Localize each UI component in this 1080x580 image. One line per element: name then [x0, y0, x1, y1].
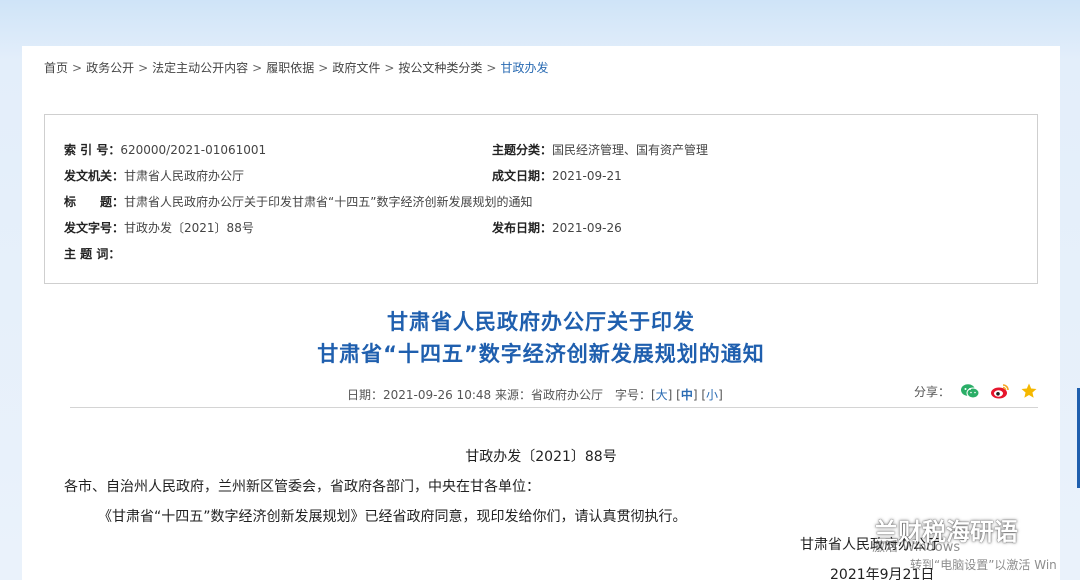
breadcrumb-current[interactable]: 甘政办发	[500, 61, 548, 75]
meta-docno-value: 甘政办发〔2021〕88号	[124, 221, 254, 235]
meta-keywords-label: 主 题 词：	[64, 247, 121, 261]
meta-index-value: 620000/2021-01061001	[120, 143, 267, 157]
meta-topic: 主题分类：国民经济管理、国有资产管理	[492, 141, 708, 158]
meta-topic-value: 国民经济管理、国有资产管理	[552, 143, 709, 157]
windows-activation-notice: 激活 Windows	[872, 540, 961, 555]
document-metadata-box: 索 引 号：620000/2021-01061001 主题分类：国民经济管理、国…	[44, 114, 1038, 284]
meta-published-value: 2021-09-26	[552, 221, 622, 235]
breadcrumb: 首页 > 政务公开 > 法定主动公开内容 > 履职依据 > 政府文件 > 按公文种类分类 > 甘政办发	[44, 59, 548, 76]
favorite-star-icon[interactable]	[1020, 382, 1038, 400]
meta-index: 索 引 号：620000/2021-01061001	[64, 141, 266, 158]
wechat-share-icon[interactable]	[960, 383, 980, 399]
breadcrumb-separator: >	[318, 61, 329, 75]
body-doc-number: 甘政办发〔2021〕88号	[465, 449, 617, 465]
meta-issuer: 发文机关：甘肃省人民政府办公厅	[64, 167, 244, 184]
breadcrumb-gov-docs[interactable]: 政府文件	[332, 61, 380, 75]
meta-doc-number: 发文字号：甘政办发〔2021〕88号	[64, 219, 254, 236]
publish-info: 日期：2021-09-26 10:48 来源：省政府办公厅 字号：[大] [中]…	[347, 388, 723, 402]
wechat-logo-icon	[836, 515, 866, 545]
breadcrumb-separator: >	[138, 61, 149, 75]
document-title-line2: 甘肃省“十四五”数字经济创新发展规划的通知	[317, 342, 765, 366]
share-bar: 分享：	[914, 382, 1038, 400]
font-size-large-button[interactable]: 大	[656, 388, 668, 402]
content-page: 首页 > 政务公开 > 法定主动公开内容 > 履职依据 > 政府文件 > 按公文种类分类 > 甘政办发 …	[22, 46, 1060, 580]
meta-written-label: 成文日期：	[492, 169, 553, 183]
meta-index-label: 索 引 号：	[64, 143, 121, 157]
meta-published-date: 发布日期：2021-09-26	[492, 219, 622, 236]
breadcrumb-by-type[interactable]: 按公文种类分类	[398, 61, 482, 75]
meta-issuer-value: 甘肃省人民政府办公厅	[124, 169, 245, 183]
body-salutation: 各市、自治州人民政府，兰州新区管委会，省政府各部门，中央在甘各单位：	[64, 479, 540, 495]
breadcrumb-separator: >	[72, 61, 83, 75]
font-size-medium-button[interactable]: 中	[681, 388, 693, 402]
meta-title: 标 题：甘肃省人民政府办公厅关于印发甘肃省“十四五”数字经济创新发展规划的通知	[64, 193, 532, 210]
breadcrumb-basis[interactable]: 履职依据	[266, 61, 314, 75]
breadcrumb-gov-affairs[interactable]: 政务公开	[86, 61, 134, 75]
font-size-small-button[interactable]: 小	[706, 388, 718, 402]
breadcrumb-separator: >	[486, 61, 497, 75]
meta-issuer-label: 发文机关：	[64, 169, 125, 183]
windows-activation-hint: 转到“电脑设置”以激活 Win	[910, 558, 1057, 572]
breadcrumb-separator: >	[384, 61, 395, 75]
meta-topic-label: 主题分类：	[492, 143, 553, 157]
body-paragraph: 《甘肃省“十四五”数字经济创新发展规划》已经省政府同意，现印发给你们，请认真贯彻…	[98, 509, 687, 525]
info-bar: 日期：2021-09-26 10:48 来源：省政府办公厅 字号：[大] [中]…	[70, 378, 1038, 408]
breadcrumb-separator: >	[252, 61, 263, 75]
meta-docno-label: 发文字号：	[64, 221, 125, 235]
meta-title-label: 标 题：	[64, 195, 125, 209]
share-label: 分享：	[913, 384, 950, 399]
breadcrumb-statutory[interactable]: 法定主动公开内容	[152, 61, 248, 75]
breadcrumb-home[interactable]: 首页	[44, 61, 68, 75]
publish-info-text: 日期：2021-09-26 10:48 来源：省政府办公厅 字号：	[347, 388, 651, 402]
meta-written-value: 2021-09-21	[552, 169, 622, 183]
meta-keywords: 主 题 词：	[64, 245, 120, 262]
meta-published-label: 发布日期：	[492, 221, 553, 235]
meta-title-value: 甘肃省人民政府办公厅关于印发甘肃省“十四五”数字经济创新发展规划的通知	[124, 195, 533, 209]
weibo-share-icon[interactable]	[990, 383, 1010, 399]
document-title-line1: 甘肃省人民政府办公厅关于印发	[387, 310, 695, 334]
meta-written-date: 成文日期：2021-09-21	[492, 167, 622, 184]
